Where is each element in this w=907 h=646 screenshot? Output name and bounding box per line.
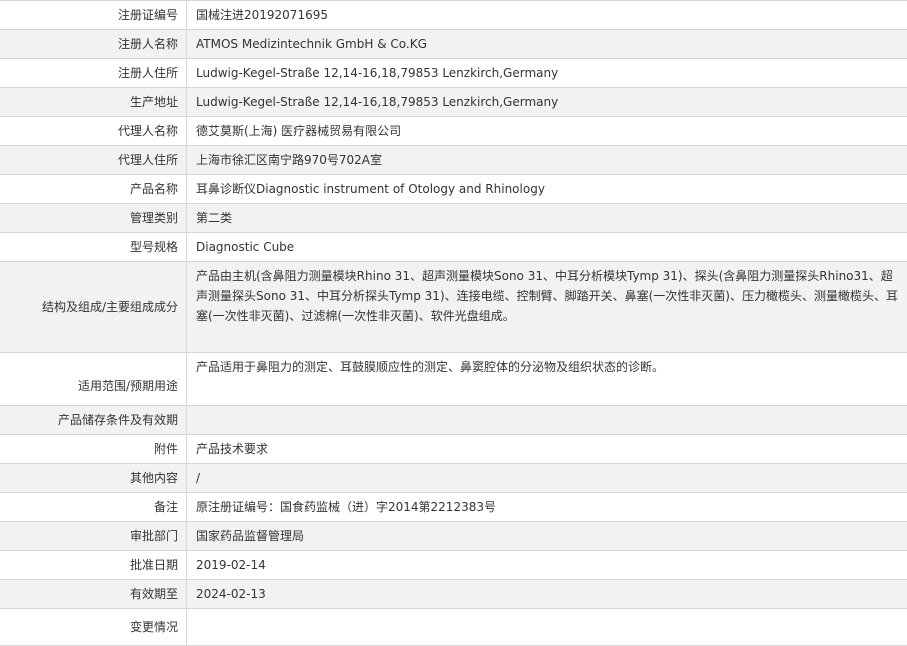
row-label: 结构及组成/主要组成成分 bbox=[0, 262, 187, 353]
table-row: 型号规格 Diagnostic Cube bbox=[0, 233, 907, 262]
row-label: 审批部门 bbox=[0, 522, 187, 551]
row-value: 原注册证编号：国食药监械（进）字2014第2212383号 bbox=[187, 493, 907, 522]
row-value bbox=[187, 406, 907, 435]
row-label: 注册证编号 bbox=[0, 1, 187, 30]
row-value bbox=[187, 609, 907, 646]
table-row: 适用范围/预期用途 产品适用于鼻阻力的测定、耳鼓膜顺应性的测定、鼻窦腔体的分泌物… bbox=[0, 353, 907, 406]
table-row: 有效期至 2024-02-13 bbox=[0, 580, 907, 609]
row-value: 产品技术要求 bbox=[187, 435, 907, 464]
table-row: 变更情况 bbox=[0, 609, 907, 646]
table-row: 生产地址 Ludwig-Kegel-Straße 12,14-16,18,798… bbox=[0, 88, 907, 117]
registration-detail-table: 注册证编号 国械注进20192071695 注册人名称 ATMOS Medizi… bbox=[0, 0, 907, 646]
table-row: 代理人名称 德艾莫斯(上海) 医疗器械贸易有限公司 bbox=[0, 117, 907, 146]
row-value: 2019-02-14 bbox=[187, 551, 907, 580]
table-row: 代理人住所 上海市徐汇区南宁路970号702A室 bbox=[0, 146, 907, 175]
row-label: 附件 bbox=[0, 435, 187, 464]
table-row: 管理类别 第二类 bbox=[0, 204, 907, 233]
row-label: 型号规格 bbox=[0, 233, 187, 262]
row-label: 产品储存条件及有效期 bbox=[0, 406, 187, 435]
row-value: 2024-02-13 bbox=[187, 580, 907, 609]
row-label: 适用范围/预期用途 bbox=[0, 353, 187, 406]
table-row: 注册人名称 ATMOS Medizintechnik GmbH & Co.KG bbox=[0, 30, 907, 59]
row-label: 产品名称 bbox=[0, 175, 187, 204]
row-value: 耳鼻诊断仪Diagnostic instrument of Otology an… bbox=[187, 175, 907, 204]
row-label: 有效期至 bbox=[0, 580, 187, 609]
row-label: 注册人住所 bbox=[0, 59, 187, 88]
row-label: 其他内容 bbox=[0, 464, 187, 493]
table-row: 产品储存条件及有效期 bbox=[0, 406, 907, 435]
row-value: ATMOS Medizintechnik GmbH & Co.KG bbox=[187, 30, 907, 59]
table-row: 结构及组成/主要组成成分 产品由主机(含鼻阻力测量模块Rhino 31、超声测量… bbox=[0, 262, 907, 353]
row-value: 产品适用于鼻阻力的测定、耳鼓膜顺应性的测定、鼻窦腔体的分泌物及组织状态的诊断。 bbox=[187, 353, 907, 406]
row-label: 注册人名称 bbox=[0, 30, 187, 59]
row-label: 管理类别 bbox=[0, 204, 187, 233]
row-label: 代理人名称 bbox=[0, 117, 187, 146]
table-row: 其他内容 / bbox=[0, 464, 907, 493]
row-value: Ludwig-Kegel-Straße 12,14-16,18,79853 Le… bbox=[187, 88, 907, 117]
row-label: 变更情况 bbox=[0, 609, 187, 646]
table-row: 审批部门 国家药品监督管理局 bbox=[0, 522, 907, 551]
row-label: 批准日期 bbox=[0, 551, 187, 580]
row-label: 备注 bbox=[0, 493, 187, 522]
table-row: 备注 原注册证编号：国食药监械（进）字2014第2212383号 bbox=[0, 493, 907, 522]
table-row: 注册证编号 国械注进20192071695 bbox=[0, 1, 907, 30]
row-value: 德艾莫斯(上海) 医疗器械贸易有限公司 bbox=[187, 117, 907, 146]
row-label: 生产地址 bbox=[0, 88, 187, 117]
row-value: 上海市徐汇区南宁路970号702A室 bbox=[187, 146, 907, 175]
row-value: Diagnostic Cube bbox=[187, 233, 907, 262]
row-value: Ludwig-Kegel-Straße 12,14-16,18,79853 Le… bbox=[187, 59, 907, 88]
row-value: 产品由主机(含鼻阻力测量模块Rhino 31、超声测量模块Sono 31、中耳分… bbox=[187, 262, 907, 353]
row-value: / bbox=[187, 464, 907, 493]
row-value: 国家药品监督管理局 bbox=[187, 522, 907, 551]
row-value: 国械注进20192071695 bbox=[187, 1, 907, 30]
row-value: 第二类 bbox=[187, 204, 907, 233]
table-row: 产品名称 耳鼻诊断仪Diagnostic instrument of Otolo… bbox=[0, 175, 907, 204]
row-label: 代理人住所 bbox=[0, 146, 187, 175]
table-row: 注册人住所 Ludwig-Kegel-Straße 12,14-16,18,79… bbox=[0, 59, 907, 88]
table-row: 附件 产品技术要求 bbox=[0, 435, 907, 464]
table-row: 批准日期 2019-02-14 bbox=[0, 551, 907, 580]
